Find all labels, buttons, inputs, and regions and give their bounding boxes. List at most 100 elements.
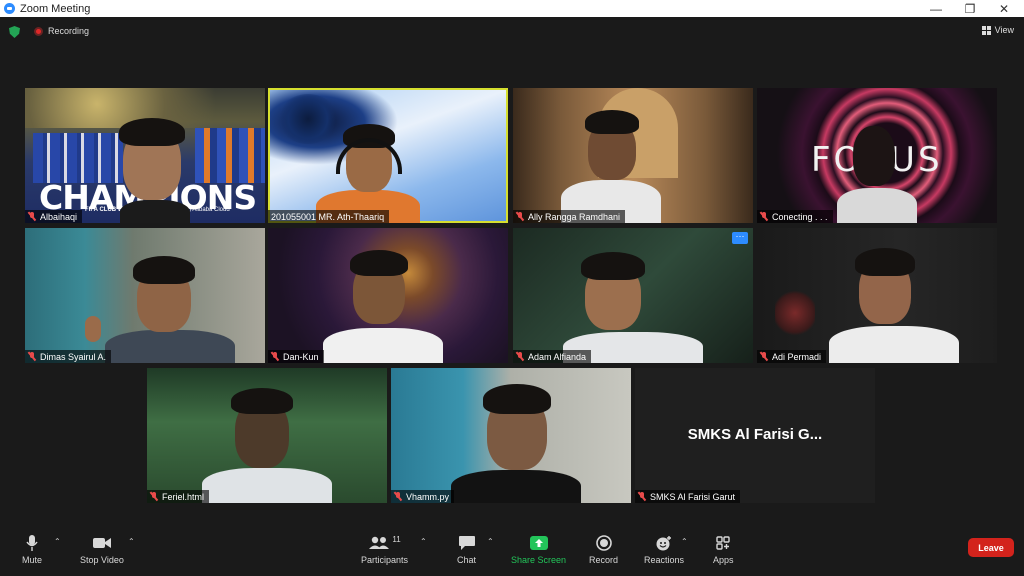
video-tile[interactable]: Ally Rangga Ramdhani — [513, 88, 753, 223]
person-hair — [231, 388, 293, 414]
participant-nametag: Vhamm.py — [391, 490, 455, 503]
video-options-chevron-icon[interactable]: ⌃ — [128, 537, 135, 546]
video-off-name: SMKS Al Farisi G... — [687, 426, 823, 443]
reactions-label: Reactions — [644, 555, 685, 565]
video-camera-icon — [92, 534, 112, 552]
video-tile[interactable]: Vhamm.py — [391, 368, 631, 503]
share-screen-button[interactable]: Share Screen — [511, 534, 566, 565]
mic-muted-icon — [638, 492, 646, 501]
record-icon — [595, 534, 612, 552]
mic-muted-icon — [760, 352, 768, 361]
person-body — [323, 328, 443, 363]
participants-label: Participants — [361, 555, 409, 565]
mute-options-chevron-icon[interactable]: ⌃ — [54, 537, 61, 546]
video-tile[interactable]: Feriel.html — [147, 368, 387, 503]
person-body — [105, 330, 235, 363]
record-label: Record — [589, 555, 619, 565]
person-body — [837, 188, 917, 223]
share-screen-icon — [529, 534, 549, 552]
person-head — [853, 126, 895, 186]
mute-label: Mute — [22, 555, 43, 565]
record-button[interactable]: Record — [589, 534, 618, 565]
person-body — [451, 470, 581, 503]
video-tile[interactable]: ··· Adam Alfianda — [513, 228, 753, 363]
participant-name: Feriel.html — [162, 491, 205, 502]
video-tile[interactable]: FOCUS Conecting . . . — [757, 88, 997, 223]
participant-nametag: SMKS Al Farisi Garut — [635, 490, 741, 503]
mic-muted-icon — [271, 352, 279, 361]
participants-icon: 11 — [368, 534, 401, 552]
mic-muted-icon — [516, 352, 524, 361]
meeting-toolbar: Mute ⌃ Stop Video ⌃ 11 Participants ⌃ Ch… — [0, 526, 1024, 576]
participant-nametag: Adam Alfianda — [513, 350, 592, 363]
security-shield-icon[interactable] — [9, 26, 20, 38]
person-hair — [350, 250, 408, 276]
zoom-app-icon — [4, 3, 15, 14]
apps-button[interactable]: Apps — [713, 534, 734, 565]
apps-label: Apps — [713, 555, 734, 565]
video-tile-video-off[interactable]: SMKS Al Farisi G... SMKS Al Farisi Garut — [635, 368, 875, 503]
participant-nametag: Albaihaqi — [25, 210, 83, 223]
window-title: Zoom Meeting — [20, 2, 91, 15]
person-hair — [133, 256, 195, 284]
video-tile[interactable]: Adi Permadi — [757, 228, 997, 363]
grid-view-icon — [981, 25, 991, 35]
video-tile[interactable]: CHAMPIONS FIFA CLUB WORLD CUP (-) Alibab… — [25, 88, 265, 223]
participants-options-chevron-icon[interactable]: ⌃ — [420, 537, 427, 546]
participant-name: Vhamm.py — [406, 491, 450, 502]
recording-label: Recording — [48, 26, 90, 36]
microphone-icon — [25, 534, 39, 552]
view-label: View — [994, 25, 1014, 35]
mic-muted-icon — [28, 212, 36, 221]
mute-button[interactable]: Mute — [22, 534, 42, 565]
participants-count: 11 — [392, 534, 401, 544]
thumbs-up-hand — [85, 316, 101, 342]
close-button[interactable]: ✕ — [987, 0, 1021, 17]
poster-background — [775, 288, 815, 338]
view-button[interactable]: View — [981, 25, 1014, 35]
anime-sky-background — [278, 94, 338, 144]
recording-dot-icon — [34, 26, 43, 36]
chat-button[interactable]: Chat — [457, 534, 476, 565]
person-hair — [119, 118, 185, 146]
stop-video-button[interactable]: Stop Video — [80, 534, 124, 565]
share-screen-label: Share Screen — [511, 555, 567, 565]
participant-nametag: Adi Permadi — [757, 350, 827, 363]
participant-nametag: Dimas Syairul A. — [25, 350, 112, 363]
window-titlebar: Zoom Meeting — ❐ ✕ — [0, 0, 1024, 17]
participant-nametag: Conecting . . . — [757, 210, 833, 223]
participant-name: Dimas Syairul A. — [40, 351, 107, 362]
participant-nametag: 201055001 MR. Ath-Thaariq — [268, 210, 390, 223]
minimize-button[interactable]: — — [919, 0, 953, 17]
reactions-options-chevron-icon[interactable]: ⌃ — [681, 537, 688, 546]
meeting-top-strip: Recording View — [0, 17, 1024, 47]
mic-muted-icon — [150, 492, 158, 501]
reactions-button[interactable]: Reactions — [644, 534, 684, 565]
participant-name: Albaihaqi — [40, 211, 78, 222]
person-hair — [585, 110, 639, 134]
mic-muted-icon — [394, 492, 402, 501]
participant-nametag: Dan-Kun — [268, 350, 324, 363]
mic-muted-icon — [760, 212, 768, 221]
video-tile-active-speaker[interactable]: 201055001 MR. Ath-Thaariq — [268, 88, 508, 223]
team-players-image — [33, 133, 123, 183]
recording-indicator[interactable]: Recording — [34, 26, 89, 36]
person-body — [120, 200, 190, 223]
leave-button[interactable]: Leave — [968, 538, 1014, 557]
chat-bubble-icon — [458, 534, 476, 552]
more-options-icon[interactable]: ··· — [732, 232, 748, 244]
apps-icon — [715, 534, 731, 552]
participant-name: Ally Rangga Ramdhani — [528, 211, 621, 222]
smiley-plus-icon — [655, 534, 673, 552]
participant-name: Dan-Kun — [283, 351, 319, 362]
participant-nametag: Feriel.html — [147, 490, 210, 503]
mic-muted-icon — [516, 212, 524, 221]
video-tile[interactable]: Dan-Kun — [268, 228, 508, 363]
mic-muted-icon — [28, 352, 36, 361]
maximize-button[interactable]: ❐ — [953, 0, 987, 17]
person-hair — [855, 248, 915, 276]
video-tile[interactable]: Dimas Syairul A. — [25, 228, 265, 363]
chat-options-chevron-icon[interactable]: ⌃ — [487, 537, 494, 546]
person-hair — [581, 252, 645, 280]
participants-button[interactable]: 11 Participants — [361, 534, 409, 566]
